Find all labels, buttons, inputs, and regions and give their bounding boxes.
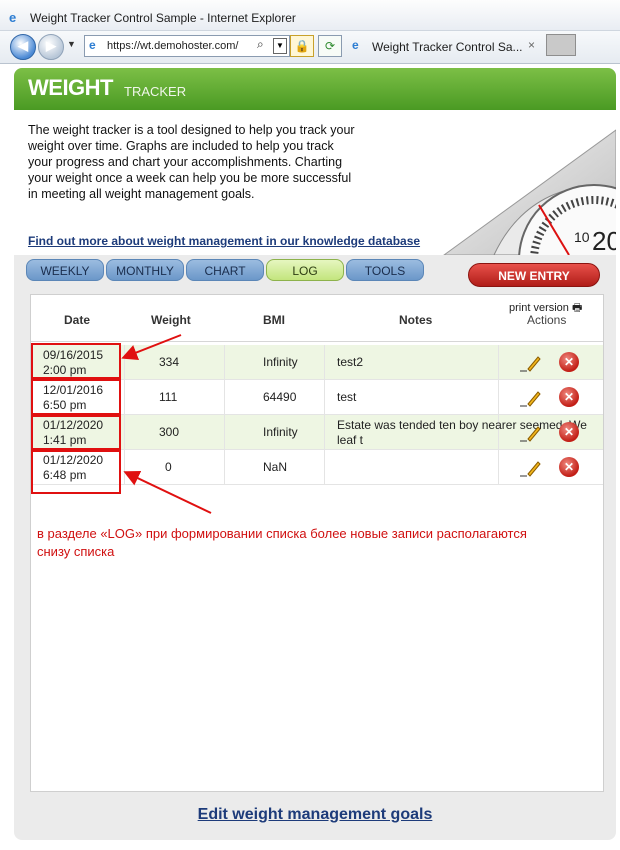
forward-arrow-icon[interactable]: ▶ — [38, 34, 64, 60]
logo-sub: TRACKER — [124, 84, 187, 99]
window-titlebar: e Weight Tracker Control Sample - Intern… — [0, 0, 620, 31]
tab-tools[interactable]: TOOLS — [346, 259, 424, 281]
log-panel: Date Weight BMI Notes print version 🖶 Ac… — [30, 294, 604, 792]
url-dropdown-icon[interactable]: ▼ — [273, 38, 287, 54]
tab-weekly[interactable]: WEEKLY — [26, 259, 104, 281]
scale-image: 10 20 — [443, 129, 616, 255]
close-icon[interactable]: × — [528, 38, 535, 52]
weight-tracker-page: WEIGHT TRACKER The weight tracker is a t… — [14, 68, 616, 840]
annotation-text: в разделе «LOG» при формировании списка … — [37, 526, 527, 559]
history-dropdown-icon[interactable]: ▼ — [67, 39, 76, 49]
tab-monthly[interactable]: MONTHLY — [106, 259, 184, 281]
edit-goals-link[interactable]: Edit weight management goals — [14, 806, 616, 824]
intro-text: The weight tracker is a tool designed to… — [28, 123, 355, 201]
search-icon[interactable]: ⌕ — [257, 37, 264, 52]
tab-chart[interactable]: CHART — [186, 259, 264, 281]
tab-log[interactable]: LOG — [266, 259, 344, 281]
scale-number: 10 — [574, 229, 590, 245]
ie-page-icon: e — [89, 38, 96, 52]
address-bar[interactable]: e https://wt.demohoster.com/ ⌕ ▼ — [84, 35, 290, 57]
app-header: WEIGHT TRACKER — [14, 68, 616, 110]
back-arrow-icon[interactable]: ◀ — [10, 34, 36, 60]
new-entry-button[interactable]: NEW ENTRY — [468, 263, 600, 287]
ie-tab-icon: e — [352, 38, 359, 52]
scale-number: 20 — [592, 226, 616, 255]
ie-logo-icon: e — [9, 10, 17, 25]
browser-tab[interactable]: e Weight Tracker Control Sa... × — [348, 35, 544, 59]
tab-title: Weight Tracker Control Sa... — [372, 40, 523, 54]
knowledge-database-link[interactable]: Find out more about weight management in… — [28, 234, 420, 248]
window-title: Weight Tracker Control Sample - Internet… — [30, 11, 296, 25]
address-toolbar: ◀ ▶ ▼ e https://wt.demohoster.com/ ⌕ ▼ 🔒… — [0, 31, 620, 64]
logo-main: WEIGHT — [28, 75, 114, 100]
url-text[interactable]: https://wt.demohoster.com/ — [107, 40, 238, 52]
new-tab-button[interactable] — [546, 34, 576, 56]
refresh-icon[interactable]: ⟳ — [318, 35, 342, 57]
intro-section: The weight tracker is a tool designed to… — [14, 110, 616, 255]
lock-icon[interactable]: 🔒 — [290, 35, 314, 57]
